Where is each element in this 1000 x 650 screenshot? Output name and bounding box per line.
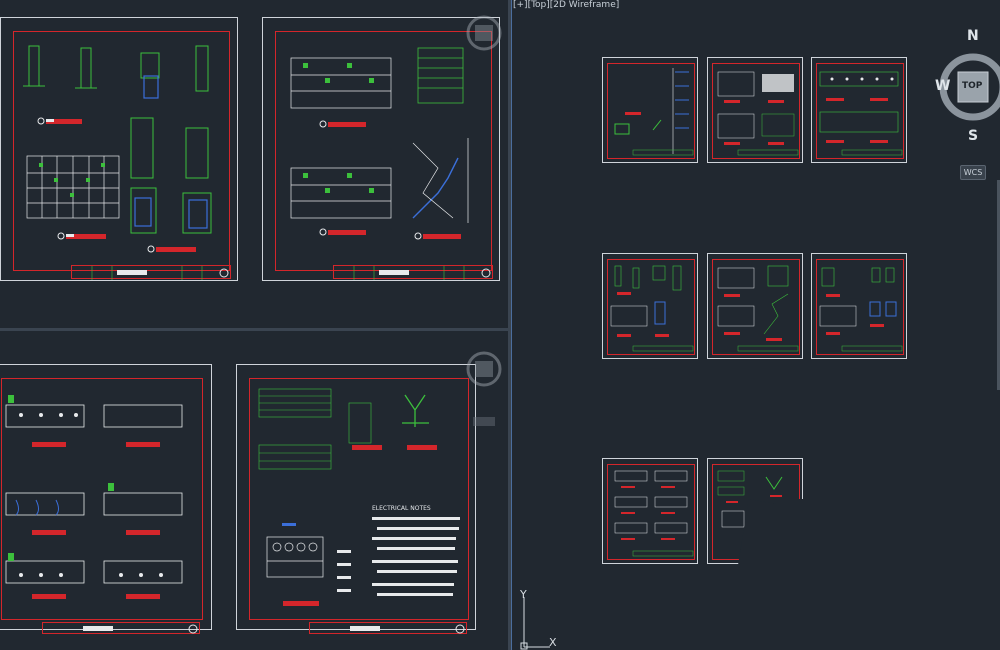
- viewport-top-left[interactable]: [0, 0, 508, 330]
- compass-west[interactable]: W: [935, 78, 950, 94]
- ucs-x-label: X: [549, 636, 557, 649]
- slab-detail-drawing: [5, 395, 183, 599]
- thumbnail-drawing: [610, 265, 694, 352]
- electrical-plan-drawing: [258, 388, 460, 606]
- compass-north[interactable]: N: [967, 28, 979, 44]
- drawing-sheet[interactable]: [0, 364, 212, 634]
- viewcube-faded[interactable]: [465, 5, 503, 65]
- ucs-y-label: Y: [520, 588, 527, 601]
- sheet-thumbnail[interactable]: [602, 57, 698, 163]
- sheet-thumbnail[interactable]: [602, 253, 698, 359]
- viewport-controls-label[interactable]: [+][Top][2D Wireframe]: [513, 0, 619, 10]
- thumbnail-drawing: [614, 68, 694, 156]
- viewport-bottom-left[interactable]: ELECTRICAL NOTES: [0, 331, 508, 650]
- wcs-menu[interactable]: WCS: [960, 165, 986, 180]
- compass-south[interactable]: S: [968, 128, 978, 144]
- thumbnail-drawing: [819, 267, 903, 352]
- viewcube-top-face[interactable]: TOP: [962, 81, 982, 91]
- regen-mask: [738, 504, 804, 565]
- viewcube[interactable]: N W S TOP: [933, 26, 1000, 151]
- title-block: [309, 622, 467, 634]
- sheet-thumbnail[interactable]: [811, 253, 907, 359]
- drawing-sheet[interactable]: ELECTRICAL NOTES: [236, 364, 476, 634]
- sheet-thumbnail[interactable]: [707, 253, 803, 359]
- thumbnail-drawing: [717, 265, 799, 352]
- sheet-thumbnail[interactable]: [811, 57, 907, 163]
- viewport-right-active[interactable]: [+][Top][2D Wireframe] N W S TOP WCS Y X: [511, 0, 1000, 650]
- sheet-thumbnail[interactable]: [707, 458, 804, 565]
- structural-details-drawing: [23, 45, 212, 253]
- drawing-sheet[interactable]: [0, 17, 238, 281]
- title-block: [71, 265, 231, 280]
- sheet-thumbnail[interactable]: [707, 57, 803, 163]
- thumbnail-drawing: [819, 71, 903, 156]
- electrical-notes-title: ELECTRICAL NOTES: [372, 505, 431, 512]
- title-block: [42, 622, 200, 634]
- thumbnail-drawing: [614, 470, 694, 557]
- thumbnail-drawing: [717, 71, 799, 156]
- sheet-thumbnail[interactable]: [602, 458, 698, 564]
- viewcube-faded[interactable]: [465, 339, 503, 429]
- title-block: [333, 265, 493, 280]
